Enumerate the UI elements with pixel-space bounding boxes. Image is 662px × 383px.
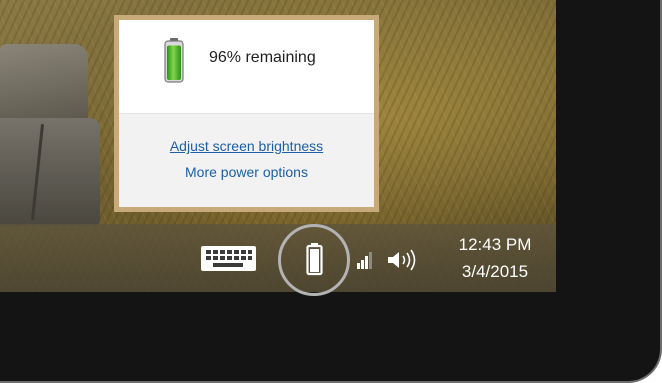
battery-links-section xyxy=(119,114,374,207)
tablet-bezel: 96% remaining Adjust screen brightness M… xyxy=(0,0,662,383)
more-power-options-link[interactable]: More power options xyxy=(119,164,374,180)
battery-flyout-panel: 96% remaining Adjust screen brightness M… xyxy=(119,20,374,207)
battery-remaining-text: 96% remaining xyxy=(209,49,316,66)
battery-flyout: 96% remaining Adjust screen brightness M… xyxy=(114,15,379,212)
network-signal-icon[interactable] xyxy=(357,252,373,269)
battery-status-section: 96% remaining xyxy=(119,20,374,113)
desktop-screen: 96% remaining Adjust screen brightness M… xyxy=(0,0,556,292)
battery-level-icon xyxy=(164,38,184,83)
keyboard-icon[interactable] xyxy=(200,245,257,272)
volume-icon[interactable] xyxy=(386,249,420,271)
wallpaper-rock xyxy=(0,44,88,122)
wallpaper-rock-face xyxy=(0,118,100,226)
adjust-brightness-link[interactable]: Adjust screen brightness xyxy=(119,138,374,154)
battery-highlight-ring xyxy=(278,224,350,296)
clock-time[interactable]: 12:43 PM xyxy=(440,235,550,255)
clock-date[interactable]: 3/4/2015 xyxy=(440,262,550,282)
